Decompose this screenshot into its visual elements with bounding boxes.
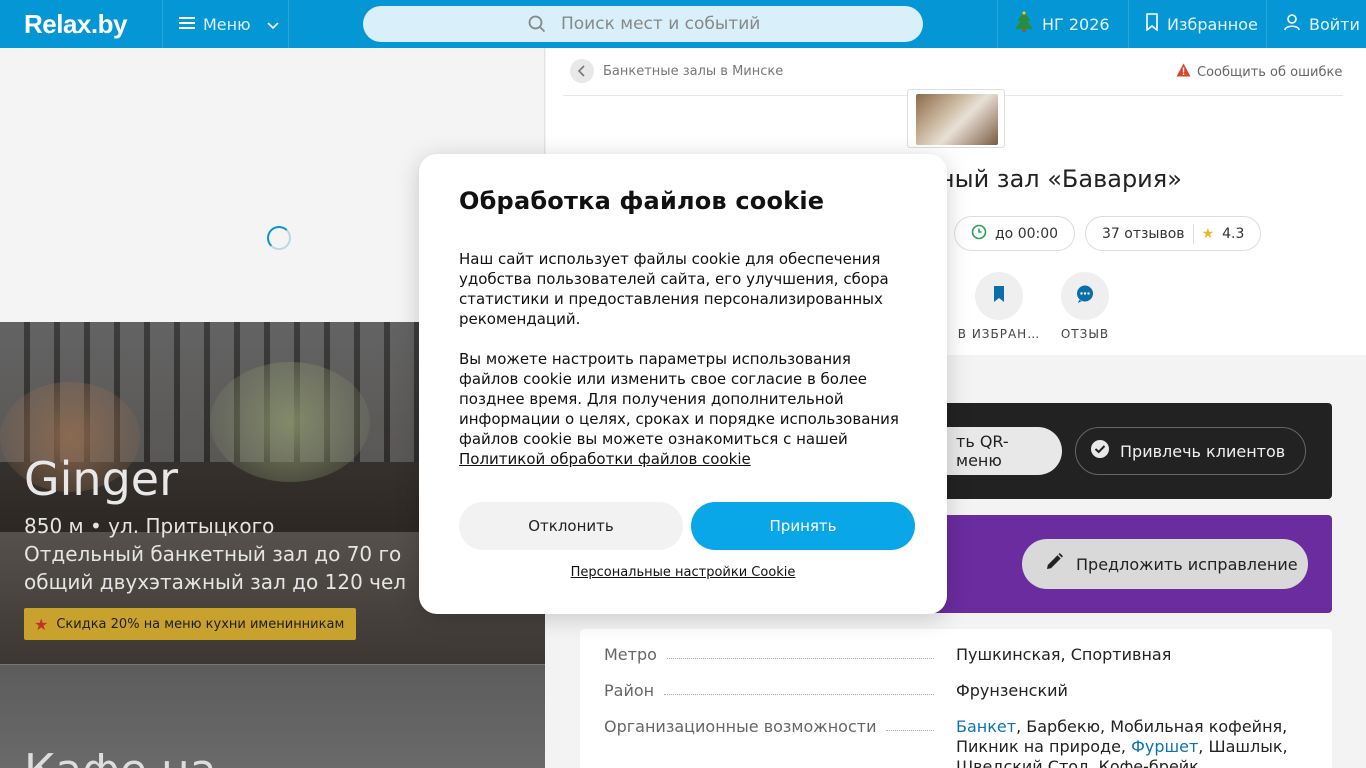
info-key: Организационные возможности	[604, 717, 877, 736]
chevron-left-icon[interactable]	[570, 59, 594, 83]
breadcrumb-link[interactable]: Банкетные залы в Минске	[603, 64, 783, 79]
chevron-down-icon	[267, 15, 279, 34]
dialog-text: Наш сайт использует файлы cookie для обе…	[459, 250, 889, 328]
action-label: В ИЗБРАН…	[957, 327, 1041, 341]
dotted-leader	[664, 681, 934, 695]
listing-card-cafe[interactable]: Кафе на	[0, 664, 545, 768]
attract-clients-button[interactable]: Привлечь клиентов	[1075, 427, 1307, 475]
login-link[interactable]: Войти	[1266, 0, 1366, 48]
org-option-link[interactable]: Банкет	[956, 717, 1016, 736]
login-label: Войти	[1309, 14, 1360, 34]
info-key: Район	[604, 681, 655, 700]
bookmark-circle	[975, 272, 1023, 320]
org-option-text: , Барбекю, Мобильная кофейня,	[1016, 717, 1288, 736]
bookmark-icon	[1145, 13, 1159, 35]
dialog-buttons: Отклонить Принять	[459, 502, 915, 550]
menu-button[interactable]: Меню	[162, 0, 289, 48]
pencil-icon	[1044, 552, 1064, 576]
info-row: Район	[604, 681, 944, 700]
info-key: Метро	[604, 645, 657, 664]
listing-description: общий двухэтажный зал до 120 чел	[24, 570, 407, 594]
new-year-link[interactable]: НГ 2026	[997, 0, 1128, 48]
listing-description: Отдельный банкетный зал до 70 го	[24, 542, 402, 566]
place-photo	[916, 94, 998, 145]
info-row: Метро	[604, 645, 944, 664]
menu-label: Меню	[203, 14, 251, 34]
reviews-count: 37 отзывов	[1102, 225, 1185, 242]
info-row: Организационные возможности	[604, 717, 944, 736]
dialog-text-part: Вы можете настроить параметры использова…	[459, 350, 899, 448]
report-error-link[interactable]: Сообщить об ошибке	[1176, 63, 1342, 81]
hours-text: до 00:00	[995, 225, 1059, 242]
qr-menu-label: ть QR-меню	[956, 432, 1009, 470]
promo-badge: ★ Скидка 20% на меню кухни именинникам	[24, 608, 357, 640]
accept-button[interactable]: Принять	[691, 502, 915, 550]
org-option-text: Пикник на природе,	[956, 737, 1132, 756]
action-label: ОТЗЫВ	[1060, 327, 1110, 341]
dialog-text: Вы можете настроить параметры использова…	[459, 349, 907, 469]
new-year-label: НГ 2026	[1042, 14, 1110, 34]
org-options-value: Банкет, Барбекю, Мобильная кофейня, Пикн…	[956, 717, 1296, 768]
attract-clients-label: Привлечь клиентов	[1120, 441, 1286, 461]
divider	[1192, 223, 1194, 244]
search-placeholder: Поиск мест и событий	[561, 14, 761, 34]
info-value: Фрунзенский	[956, 681, 1068, 700]
clock-icon	[971, 224, 987, 244]
breadcrumb[interactable]: Банкетные залы в Минске	[570, 59, 783, 83]
favorites-link[interactable]: Избранное	[1128, 0, 1266, 48]
user-icon	[1283, 13, 1301, 35]
rating-value: 4.3	[1222, 225, 1245, 242]
dotted-leader	[666, 645, 934, 659]
search-icon	[528, 15, 546, 38]
write-review-button[interactable]: ОТЗЫВ	[1040, 272, 1130, 341]
listing-title: Кафе на	[24, 745, 217, 768]
logo[interactable]: Relax.by	[24, 9, 127, 40]
org-option-text: Шведский Стол, Кофе-брейк	[956, 757, 1199, 768]
report-error-label: Сообщить об ошибке	[1197, 64, 1343, 80]
cookie-policy-link[interactable]: Политикой обработки файлов cookie	[459, 450, 751, 468]
dotted-leader	[886, 717, 934, 731]
bookmark-icon	[992, 285, 1006, 307]
dialog-title: Обработка файлов cookie	[459, 187, 825, 215]
loading-spinner-icon	[267, 226, 291, 250]
search-input[interactable]: Поиск мест и событий	[363, 6, 923, 42]
listing-title: Ginger	[24, 452, 178, 506]
christmas-tree-icon	[1014, 11, 1034, 37]
check-circle-icon	[1090, 439, 1110, 463]
star-icon: ★	[34, 614, 49, 634]
favorites-label: Избранное	[1167, 14, 1258, 34]
suggest-fix-button[interactable]: Предложить исправление	[1022, 539, 1308, 589]
suggest-fix-label: Предложить исправление	[1076, 554, 1298, 574]
hamburger-icon	[179, 15, 195, 34]
warning-icon	[1176, 63, 1191, 81]
star-icon: ★	[1201, 225, 1215, 242]
top-header: Relax.by Меню Поиск мест и событий НГ 20…	[0, 0, 1366, 48]
hours-badge[interactable]: до 00:00	[954, 216, 1076, 251]
reviews-badge[interactable]: 37 отзывов ★ 4.3	[1085, 216, 1262, 251]
add-to-favorites-button[interactable]: В ИЗБРАН…	[954, 272, 1044, 341]
place-thumbnail[interactable]	[907, 89, 1005, 148]
chat-icon	[1075, 284, 1095, 308]
org-option-link[interactable]: Фуршет	[1131, 737, 1198, 756]
photo-decor	[210, 362, 370, 482]
promo-text: Скидка 20% на меню кухни именинникам	[56, 616, 345, 632]
personal-settings-link[interactable]: Персональные настройки Cookie	[419, 565, 947, 580]
listing-address: 850 м • ул. Притыцкого	[24, 514, 275, 538]
org-option-text: , Шашлык,	[1198, 737, 1288, 756]
decline-button[interactable]: Отклонить	[459, 502, 683, 550]
info-value: Пушкинская, Спортивная	[956, 645, 1172, 664]
cookie-consent-dialog: Обработка файлов cookie Наш сайт использ…	[419, 154, 947, 614]
review-circle	[1061, 272, 1109, 320]
